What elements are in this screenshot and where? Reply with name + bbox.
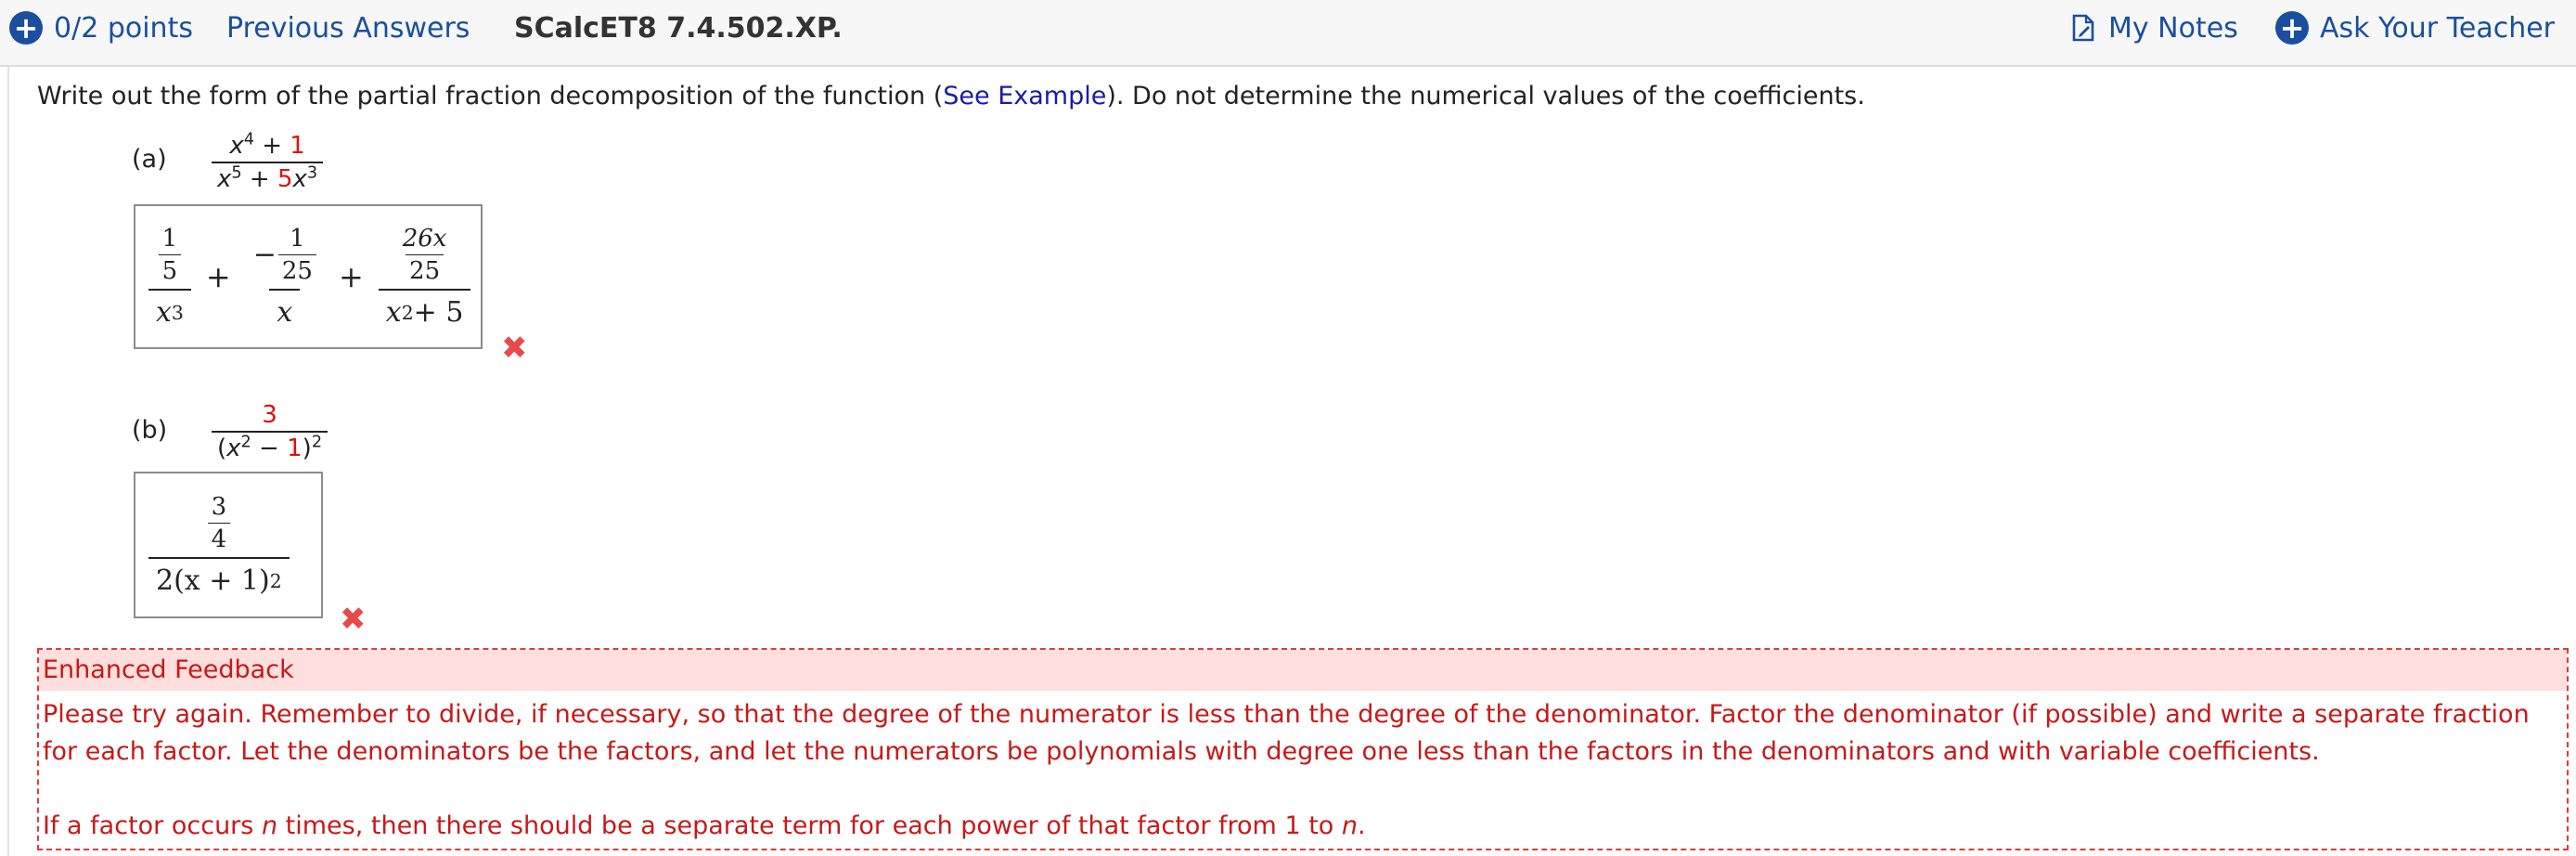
part-a-term-3: 26x 25 x2 + 5 xyxy=(378,225,471,329)
notes-icon xyxy=(2072,14,2094,42)
see-example-link[interactable]: See Example xyxy=(943,82,1106,110)
feedback-text: Please try again. Remember to divide, if… xyxy=(39,691,2567,845)
part-b-answer-input[interactable]: 34 2(x + 1) 2 xyxy=(134,472,323,618)
part-a-term-2: − 1 25 x xyxy=(246,225,324,329)
problem-id: SCalcET8 7.4.502.XP. xyxy=(514,11,843,45)
part-a-function: x4 + 1 x5 + 5x3 xyxy=(212,131,324,193)
question-prompt: Write out the form of the partial fracti… xyxy=(37,82,1865,110)
part-b-label: (b) xyxy=(132,416,168,445)
plus-operator: + xyxy=(205,259,231,294)
feedback-paragraph-1: Please try again. Remember to divide, if… xyxy=(43,700,2530,766)
points-toggle[interactable]: + 0/2 points xyxy=(9,0,193,56)
incorrect-x-icon: ✖ xyxy=(501,330,528,367)
ask-plus-icon: + xyxy=(2275,11,2309,45)
ask-teacher-button[interactable]: + Ask Your Teacher xyxy=(2275,0,2555,56)
question-body: Write out the form of the partial fracti… xyxy=(7,67,2576,856)
enhanced-feedback-panel: Enhanced Feedback Please try again. Reme… xyxy=(37,648,2569,850)
points-label: 0/2 points xyxy=(54,11,193,45)
incorrect-x-icon: ✖ xyxy=(340,601,367,638)
part-a-label: (a) xyxy=(132,145,167,174)
feedback-title: Enhanced Feedback xyxy=(39,650,2567,691)
plus-operator: + xyxy=(338,259,364,294)
feedback-paragraph-2: If a factor occurs n times, then there s… xyxy=(43,811,1366,840)
previous-answers-link[interactable]: Previous Answers xyxy=(226,0,470,56)
part-b-function: 3 (x2 − 1)2 xyxy=(212,401,328,462)
my-notes-button[interactable]: My Notes xyxy=(2071,0,2238,56)
question-header: + 0/2 points Previous Answers SCalcET8 7… xyxy=(0,0,2576,67)
part-a-answer-input[interactable]: 15 x3 + − 1 25 x + 26x 25 x2 + 5 xyxy=(134,204,483,349)
ask-teacher-label: Ask Your Teacher xyxy=(2320,11,2556,45)
my-notes-label: My Notes xyxy=(2108,11,2238,45)
part-b-term: 34 2(x + 1) 2 xyxy=(148,493,290,597)
part-a-term-1: 15 x3 xyxy=(148,225,191,329)
expand-plus-icon: + xyxy=(9,11,43,45)
